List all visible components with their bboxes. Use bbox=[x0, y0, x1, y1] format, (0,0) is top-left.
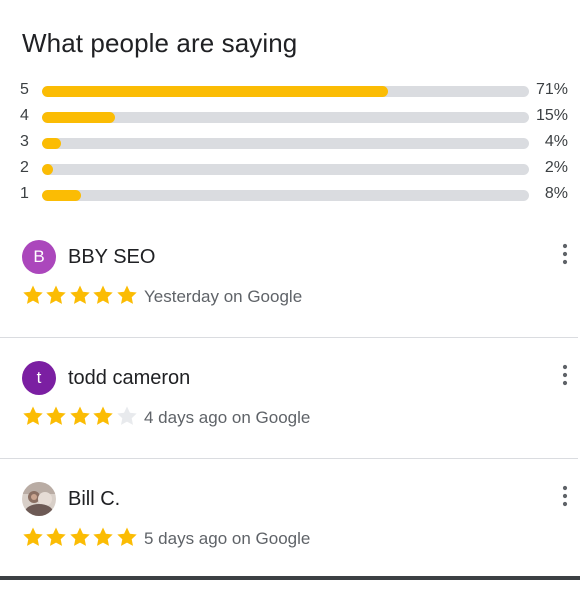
star-filled-icon bbox=[23, 406, 43, 425]
rating-row-4: 4 15% bbox=[0, 104, 580, 130]
rating-row-label: 5 bbox=[20, 81, 29, 98]
star-filled-icon bbox=[46, 406, 67, 425]
rating-bar-fill bbox=[42, 164, 53, 175]
star-filled-icon bbox=[46, 285, 67, 304]
rating-row-label: 2 bbox=[20, 159, 29, 176]
rating-row-1: 1 8% bbox=[0, 182, 580, 208]
star-filled-icon bbox=[23, 527, 43, 546]
more-vert-icon[interactable] bbox=[560, 242, 570, 266]
review-time: Yesterday on Google bbox=[144, 287, 303, 306]
avatar[interactable]: t bbox=[22, 361, 56, 395]
rating-row-3: 3 4% bbox=[0, 130, 580, 156]
star-filled-icon bbox=[93, 527, 113, 546]
rating-bar-track bbox=[42, 164, 529, 175]
star-filled-icon bbox=[93, 285, 113, 304]
rating-bar-track bbox=[42, 86, 529, 97]
rating-row-percent: 4% bbox=[544, 133, 568, 150]
divider bbox=[0, 337, 578, 338]
rating-row-label: 3 bbox=[20, 133, 29, 150]
rating-bar-fill bbox=[42, 112, 116, 123]
star-filled-icon bbox=[23, 285, 43, 304]
rating-bar-track bbox=[42, 138, 529, 149]
review-card: B BBY SEO Yesterday on Google bbox=[0, 240, 580, 360]
divider bbox=[0, 458, 578, 459]
rating-bar-fill bbox=[42, 190, 81, 201]
star-filled-icon bbox=[70, 285, 90, 304]
star-rating bbox=[22, 284, 139, 306]
rating-row-label: 1 bbox=[20, 185, 29, 202]
review-card: Bill C. 5 days ago on Google bbox=[0, 482, 580, 602]
star-rating bbox=[22, 526, 139, 548]
rating-bar-fill bbox=[42, 86, 388, 97]
rating-row-percent: 8% bbox=[544, 185, 568, 202]
profile-photo-avatar[interactable] bbox=[22, 482, 56, 516]
star-filled-icon bbox=[46, 527, 67, 546]
reviewer-name[interactable]: Bill C. bbox=[68, 488, 120, 511]
rating-row-2: 2 2% bbox=[0, 156, 580, 182]
more-vert-icon[interactable] bbox=[560, 363, 570, 387]
star-filled-icon bbox=[70, 527, 90, 546]
star-filled-icon bbox=[70, 406, 90, 425]
star-filled-icon bbox=[93, 406, 113, 425]
profile-photo-icon bbox=[22, 482, 56, 516]
star-rating bbox=[22, 405, 139, 427]
more-vert-icon[interactable] bbox=[560, 484, 570, 508]
rating-row-percent: 15% bbox=[535, 107, 568, 124]
section-title: What people are saying bbox=[22, 28, 298, 58]
reviewer-name[interactable]: BBY SEO bbox=[68, 246, 155, 269]
reviewer-name[interactable]: todd cameron bbox=[68, 367, 190, 390]
rating-row-percent: 71% bbox=[535, 81, 568, 98]
star-filled-icon bbox=[116, 285, 137, 304]
review-time: 4 days ago on Google bbox=[144, 408, 311, 427]
rating-bar-track bbox=[42, 190, 529, 201]
rating-row-5: 5 71% bbox=[0, 78, 580, 104]
avatar[interactable]: B bbox=[22, 240, 56, 274]
rating-bar-track bbox=[42, 112, 529, 123]
star-empty-icon bbox=[116, 406, 137, 425]
rating-bar-fill bbox=[42, 138, 62, 149]
star-filled-icon bbox=[116, 527, 137, 546]
rating-row-label: 4 bbox=[20, 107, 29, 124]
bottom-edge bbox=[0, 576, 580, 580]
rating-row-percent: 2% bbox=[544, 159, 568, 176]
review-card: t todd cameron 4 days ago on Google bbox=[0, 361, 580, 481]
review-time: 5 days ago on Google bbox=[144, 529, 311, 548]
